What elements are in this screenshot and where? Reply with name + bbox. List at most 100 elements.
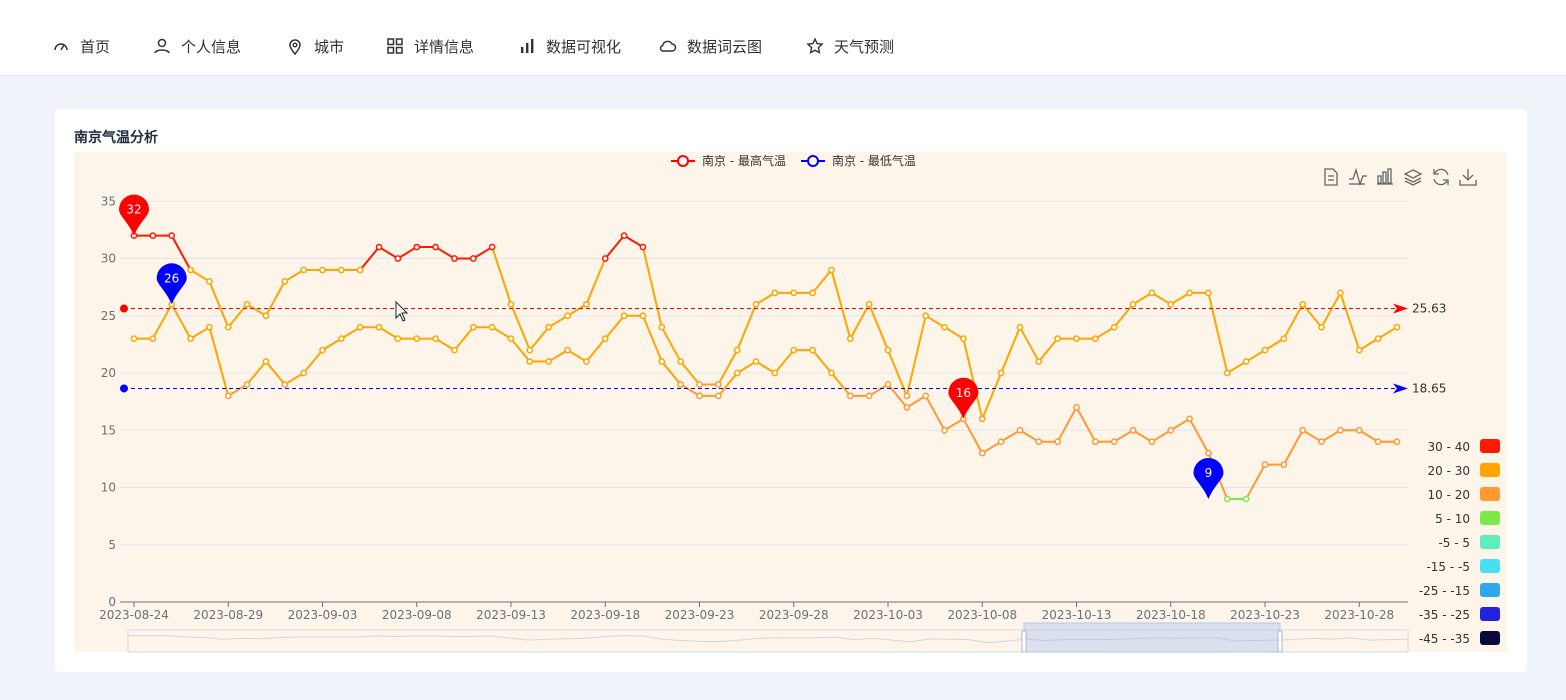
series-1-point[interactable]	[1318, 438, 1325, 446]
series-0-point[interactable]	[545, 323, 553, 331]
series-0-point[interactable]	[884, 346, 892, 354]
series-1-point[interactable]	[865, 392, 873, 400]
series-0-point[interactable]	[1261, 346, 1269, 354]
series-0-point[interactable]	[1035, 358, 1043, 365]
bar-switch-icon[interactable]	[1377, 168, 1393, 185]
series-1-point[interactable]	[1073, 404, 1080, 411]
series-1-point[interactable]	[526, 358, 534, 365]
series-1-point[interactable]	[790, 346, 798, 354]
series-1-point[interactable]	[1167, 426, 1175, 434]
series-0-point[interactable]	[206, 278, 213, 285]
series-1-point[interactable]	[1016, 426, 1024, 434]
series-1-point[interactable]	[677, 381, 685, 388]
series-1-point[interactable]	[1205, 449, 1212, 457]
series-0-point[interactable]	[1016, 323, 1024, 331]
series-1-point[interactable]	[601, 335, 609, 342]
series-0-point[interactable]	[865, 300, 873, 308]
series-0-point[interactable]	[564, 312, 571, 320]
series-0-point[interactable]	[375, 243, 383, 251]
series-1-point[interactable]	[715, 392, 722, 400]
series-1-point[interactable]	[281, 381, 289, 388]
series-0-point[interactable]	[338, 266, 345, 274]
series-0-point[interactable]	[828, 266, 835, 274]
series-1-point[interactable]	[771, 369, 779, 377]
series-0-point[interactable]	[187, 266, 194, 274]
series-0-point[interactable]	[733, 346, 741, 354]
series-0-point[interactable]	[658, 323, 666, 331]
series-1-point[interactable]	[922, 392, 930, 400]
series-0-point[interactable]	[413, 243, 421, 251]
series-0-point[interactable]	[488, 243, 496, 251]
series-0-point[interactable]	[941, 323, 948, 331]
series-1-point[interactable]	[658, 358, 666, 365]
series-1-point[interactable]	[620, 312, 628, 320]
series-1-point[interactable]	[149, 335, 157, 342]
series-1-point[interactable]	[733, 369, 741, 377]
series-0-point[interactable]	[149, 232, 157, 239]
series-1-point[interactable]	[1374, 438, 1382, 446]
series-0-point[interactable]	[903, 392, 911, 400]
series-1-point[interactable]	[846, 392, 854, 400]
series-1-point[interactable]	[639, 312, 647, 320]
series-1-point[interactable]	[1129, 426, 1137, 434]
series-1-point[interactable]	[941, 426, 948, 434]
series-1-point[interactable]	[1054, 438, 1062, 446]
series-0-point[interactable]	[1073, 335, 1080, 342]
visualmap-swatch[interactable]	[1480, 535, 1500, 549]
series-1-point[interactable]	[752, 358, 760, 365]
series-0-point[interactable]	[790, 289, 798, 297]
series-0-point[interactable]	[922, 312, 930, 320]
series-0-point[interactable]	[526, 346, 534, 354]
series-1-point[interactable]	[583, 358, 590, 365]
visualmap-swatch[interactable]	[1480, 439, 1500, 453]
series-1-point[interactable]	[1280, 461, 1288, 468]
series-0-point[interactable]	[1186, 289, 1193, 297]
series-0-point[interactable]	[1110, 323, 1118, 331]
series-1-point[interactable]	[187, 335, 194, 342]
datazoom-handle-left[interactable]	[1021, 630, 1027, 653]
visualmap-swatch[interactable]	[1480, 487, 1500, 501]
series-0-point[interactable]	[1355, 346, 1363, 354]
series-0-point[interactable]	[356, 266, 364, 274]
series-0-point[interactable]	[1148, 289, 1156, 297]
series-1-point[interactable]	[356, 323, 364, 331]
series-1-point[interactable]	[507, 335, 515, 342]
series-1-point[interactable]	[1035, 438, 1043, 446]
datazoom-handle-right[interactable]	[1277, 630, 1283, 653]
series-0-point[interactable]	[1318, 323, 1325, 331]
restore-icon[interactable]	[1433, 168, 1449, 186]
series-1-point[interactable]	[130, 335, 138, 342]
series-0-point[interactable]	[1299, 300, 1307, 308]
series-1-point[interactable]	[262, 358, 270, 365]
series-1-point[interactable]	[1261, 461, 1269, 468]
visualmap-swatch[interactable]	[1480, 607, 1500, 621]
series-1-point[interactable]	[978, 449, 986, 457]
series-1-point[interactable]	[375, 323, 383, 331]
series-1-point[interactable]	[300, 369, 307, 377]
visualmap-swatch[interactable]	[1480, 463, 1500, 477]
visualmap-swatch[interactable]	[1480, 511, 1500, 525]
series-0-point[interactable]	[281, 278, 289, 285]
series-1-point[interactable]	[884, 381, 892, 388]
series-1-point[interactable]	[997, 438, 1005, 446]
series-0-point[interactable]	[1054, 335, 1062, 342]
series-1-point[interactable]	[696, 392, 703, 400]
series-1-point[interactable]	[1393, 438, 1401, 446]
series-0-point[interactable]	[394, 255, 402, 262]
series-0-point[interactable]	[1337, 289, 1344, 297]
series-0-point[interactable]	[639, 243, 647, 251]
series-1-point[interactable]	[809, 346, 816, 354]
series-0-point[interactable]	[243, 300, 251, 308]
data-view-icon[interactable]	[1324, 168, 1338, 186]
series-1-point[interactable]	[1092, 438, 1099, 446]
series-1-point[interactable]	[1355, 426, 1363, 434]
series-1-point[interactable]	[394, 335, 402, 342]
series-0-point[interactable]	[319, 266, 326, 274]
series-0-point[interactable]	[978, 415, 986, 423]
series-0-point[interactable]	[507, 300, 515, 308]
series-0-point[interactable]	[1129, 300, 1137, 308]
series-0-point[interactable]	[960, 335, 967, 342]
series-0-point[interactable]	[752, 300, 760, 308]
series-0-point[interactable]	[469, 255, 477, 262]
series-0-point[interactable]	[1167, 300, 1175, 308]
